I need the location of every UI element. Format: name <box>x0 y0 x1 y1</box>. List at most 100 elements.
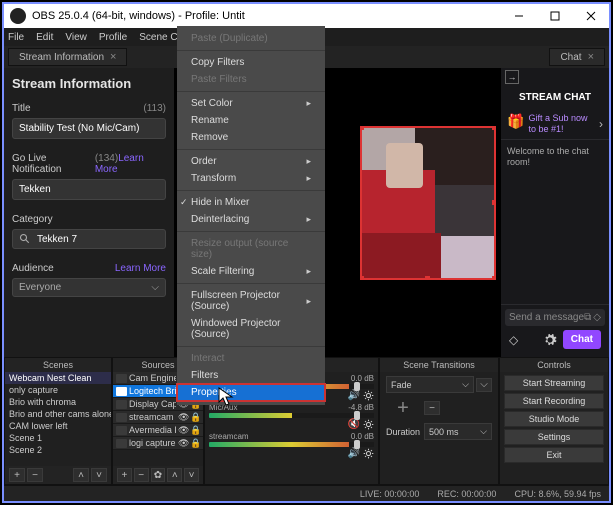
remove-source-button[interactable]: − <box>134 468 149 482</box>
scene-item[interactable]: Brio with chroma <box>5 396 111 408</box>
source-item[interactable]: streamcam👁🔒 <box>113 411 203 424</box>
duration-input[interactable]: 500 ms⌵ <box>424 423 492 440</box>
channel-points-icon[interactable]: ◇ <box>509 333 518 347</box>
chevron-right-icon: ▸ <box>306 98 311 109</box>
context-menu-item[interactable]: Transform▸ <box>177 170 325 187</box>
bits-icon[interactable]: ◇ <box>593 312 601 323</box>
status-rec: REC: 00:00:00 <box>437 489 496 499</box>
context-menu-item[interactable]: Copy Filters <box>177 54 325 71</box>
add-source-button[interactable]: + <box>117 468 132 482</box>
scene-item[interactable]: Brio and other cams alone <box>5 408 111 420</box>
control-button[interactable]: Exit <box>504 447 604 463</box>
gear-icon[interactable] <box>363 448 374 459</box>
context-menu-item[interactable]: Windowed Projector (Source) <box>177 315 325 343</box>
source-item[interactable]: logi capture👁🔒 <box>113 437 203 450</box>
tab-chat[interactable]: Chat× <box>549 48 605 66</box>
source-context-menu[interactable]: Paste (Duplicate)Copy FiltersPaste Filte… <box>177 26 325 405</box>
minimize-button[interactable] <box>501 4 537 28</box>
context-menu-item[interactable]: Filters <box>177 367 325 384</box>
visibility-icon[interactable]: 👁 <box>178 438 188 449</box>
speaker-icon[interactable]: 🔊 <box>348 448 360 459</box>
titlebar: OBS 25.0.4 (64-bit, windows) - Profile: … <box>4 4 609 28</box>
chevron-right-icon: › <box>599 117 603 131</box>
remove-transition-button[interactable]: − <box>424 401 440 415</box>
scene-down-button[interactable]: ˅ <box>91 468 107 482</box>
add-scene-button[interactable]: + <box>9 468 25 482</box>
menu-profile[interactable]: Profile <box>99 32 127 43</box>
remove-scene-button[interactable]: − <box>27 468 43 482</box>
search-icon <box>19 233 31 245</box>
chevron-right-icon: ▸ <box>306 266 311 277</box>
close-icon[interactable]: × <box>110 51 116 63</box>
scene-transitions-panel: Scene Transitions Fade⌵ ⌵ + − Duration 5… <box>379 357 499 485</box>
scenes-list[interactable]: Webcam Nest Cleanonly captureBrio with c… <box>5 372 111 466</box>
collapse-chat-button[interactable]: → <box>505 70 519 84</box>
scene-item[interactable]: Scene 2 <box>5 444 111 456</box>
gift-sub-banner[interactable]: 🎁 Gift a Sub now to be #1! › <box>501 109 609 140</box>
emote-icon[interactable]: ⧉ <box>584 312 591 323</box>
category-select[interactable]: Tekken 7 <box>12 229 166 249</box>
control-button[interactable]: Start Streaming <box>504 375 604 391</box>
lock-icon[interactable]: 🔒 <box>190 412 200 423</box>
visibility-icon[interactable]: 👁 <box>178 412 188 423</box>
scene-item[interactable]: CAM lower left <box>5 420 111 432</box>
speaker-icon[interactable]: 🔊 <box>348 390 360 401</box>
close-icon[interactable]: × <box>588 51 594 63</box>
transition-config-button[interactable]: ⌵ <box>476 378 492 392</box>
source-down-button[interactable]: ˅ <box>184 468 199 482</box>
gear-icon[interactable] <box>363 390 374 401</box>
add-transition-button[interactable]: + <box>386 397 420 419</box>
context-menu-item[interactable]: ✓Hide in Mixer <box>177 194 325 211</box>
stepper-icon: ⌵ <box>480 426 487 437</box>
transition-select[interactable]: Fade⌵ <box>386 376 474 393</box>
control-button[interactable]: Studio Mode <box>504 411 604 427</box>
context-menu-item[interactable]: Set Color▸ <box>177 95 325 112</box>
stream-info-heading: Stream Information <box>12 76 166 91</box>
controls-panel: Controls Start StreamingStart RecordingS… <box>499 357 609 485</box>
context-menu-item[interactable]: Properties <box>177 384 325 401</box>
learn-more-link[interactable]: Learn More <box>115 263 166 274</box>
context-menu-item[interactable]: Rename <box>177 112 325 129</box>
lock-icon[interactable]: 🔒 <box>190 425 200 436</box>
gear-icon[interactable] <box>543 333 557 347</box>
close-button[interactable] <box>573 4 609 28</box>
context-menu-item: Resize output (source size) <box>177 235 325 263</box>
tab-stream-info[interactable]: Stream Information× <box>8 48 127 66</box>
audience-label: AudienceLearn More <box>12 263 166 274</box>
mixer-channel[interactable]: streamcam0.0 dB🔊 <box>206 431 377 460</box>
source-up-button[interactable]: ˄ <box>167 468 182 482</box>
gear-icon[interactable] <box>363 419 374 430</box>
lock-icon[interactable]: 🔒 <box>190 438 200 449</box>
audience-select[interactable]: Everyone⌵ <box>12 278 166 297</box>
chat-send-button[interactable]: Chat <box>563 330 601 349</box>
mixer-channel[interactable]: Mic/Aux-4.8 dB🔇 <box>206 402 377 431</box>
menu-view[interactable]: View <box>65 32 87 43</box>
golive-input[interactable] <box>12 179 166 200</box>
control-button[interactable]: Start Recording <box>504 393 604 409</box>
context-menu-item[interactable]: Remove <box>177 129 325 146</box>
source-item[interactable]: Avermedia PW5…👁🔒 <box>113 424 203 437</box>
maximize-button[interactable] <box>537 4 573 28</box>
scene-item[interactable]: Scene 1 <box>5 432 111 444</box>
context-menu-item[interactable]: Deinterlacing▸ <box>177 211 325 228</box>
chat-input[interactable]: Send a message ⧉◇ <box>505 309 605 326</box>
chevron-right-icon: ▸ <box>306 173 311 184</box>
menu-file[interactable]: File <box>8 32 24 43</box>
visibility-icon[interactable]: 👁 <box>178 425 188 436</box>
selected-source-frame[interactable] <box>360 126 496 280</box>
chevron-right-icon: ▸ <box>306 214 311 225</box>
title-input[interactable] <box>12 118 166 139</box>
speaker-icon[interactable]: 🔇 <box>348 419 360 430</box>
context-menu-item[interactable]: Scale Filtering▸ <box>177 263 325 280</box>
context-menu-item[interactable]: Fullscreen Projector (Source)▸ <box>177 287 325 315</box>
control-button[interactable]: Settings <box>504 429 604 445</box>
chevron-down-icon: ⌵ <box>151 282 159 293</box>
scene-item[interactable]: only capture <box>5 384 111 396</box>
scenes-panel: Scenes Webcam Nest Cleanonly captureBrio… <box>4 357 112 485</box>
source-properties-button[interactable]: ✿ <box>151 468 166 482</box>
camera-icon <box>116 374 127 383</box>
context-menu-item[interactable]: Order▸ <box>177 153 325 170</box>
menu-edit[interactable]: Edit <box>36 32 53 43</box>
scene-up-button[interactable]: ˄ <box>73 468 89 482</box>
scene-item[interactable]: Webcam Nest Clean <box>5 372 111 384</box>
